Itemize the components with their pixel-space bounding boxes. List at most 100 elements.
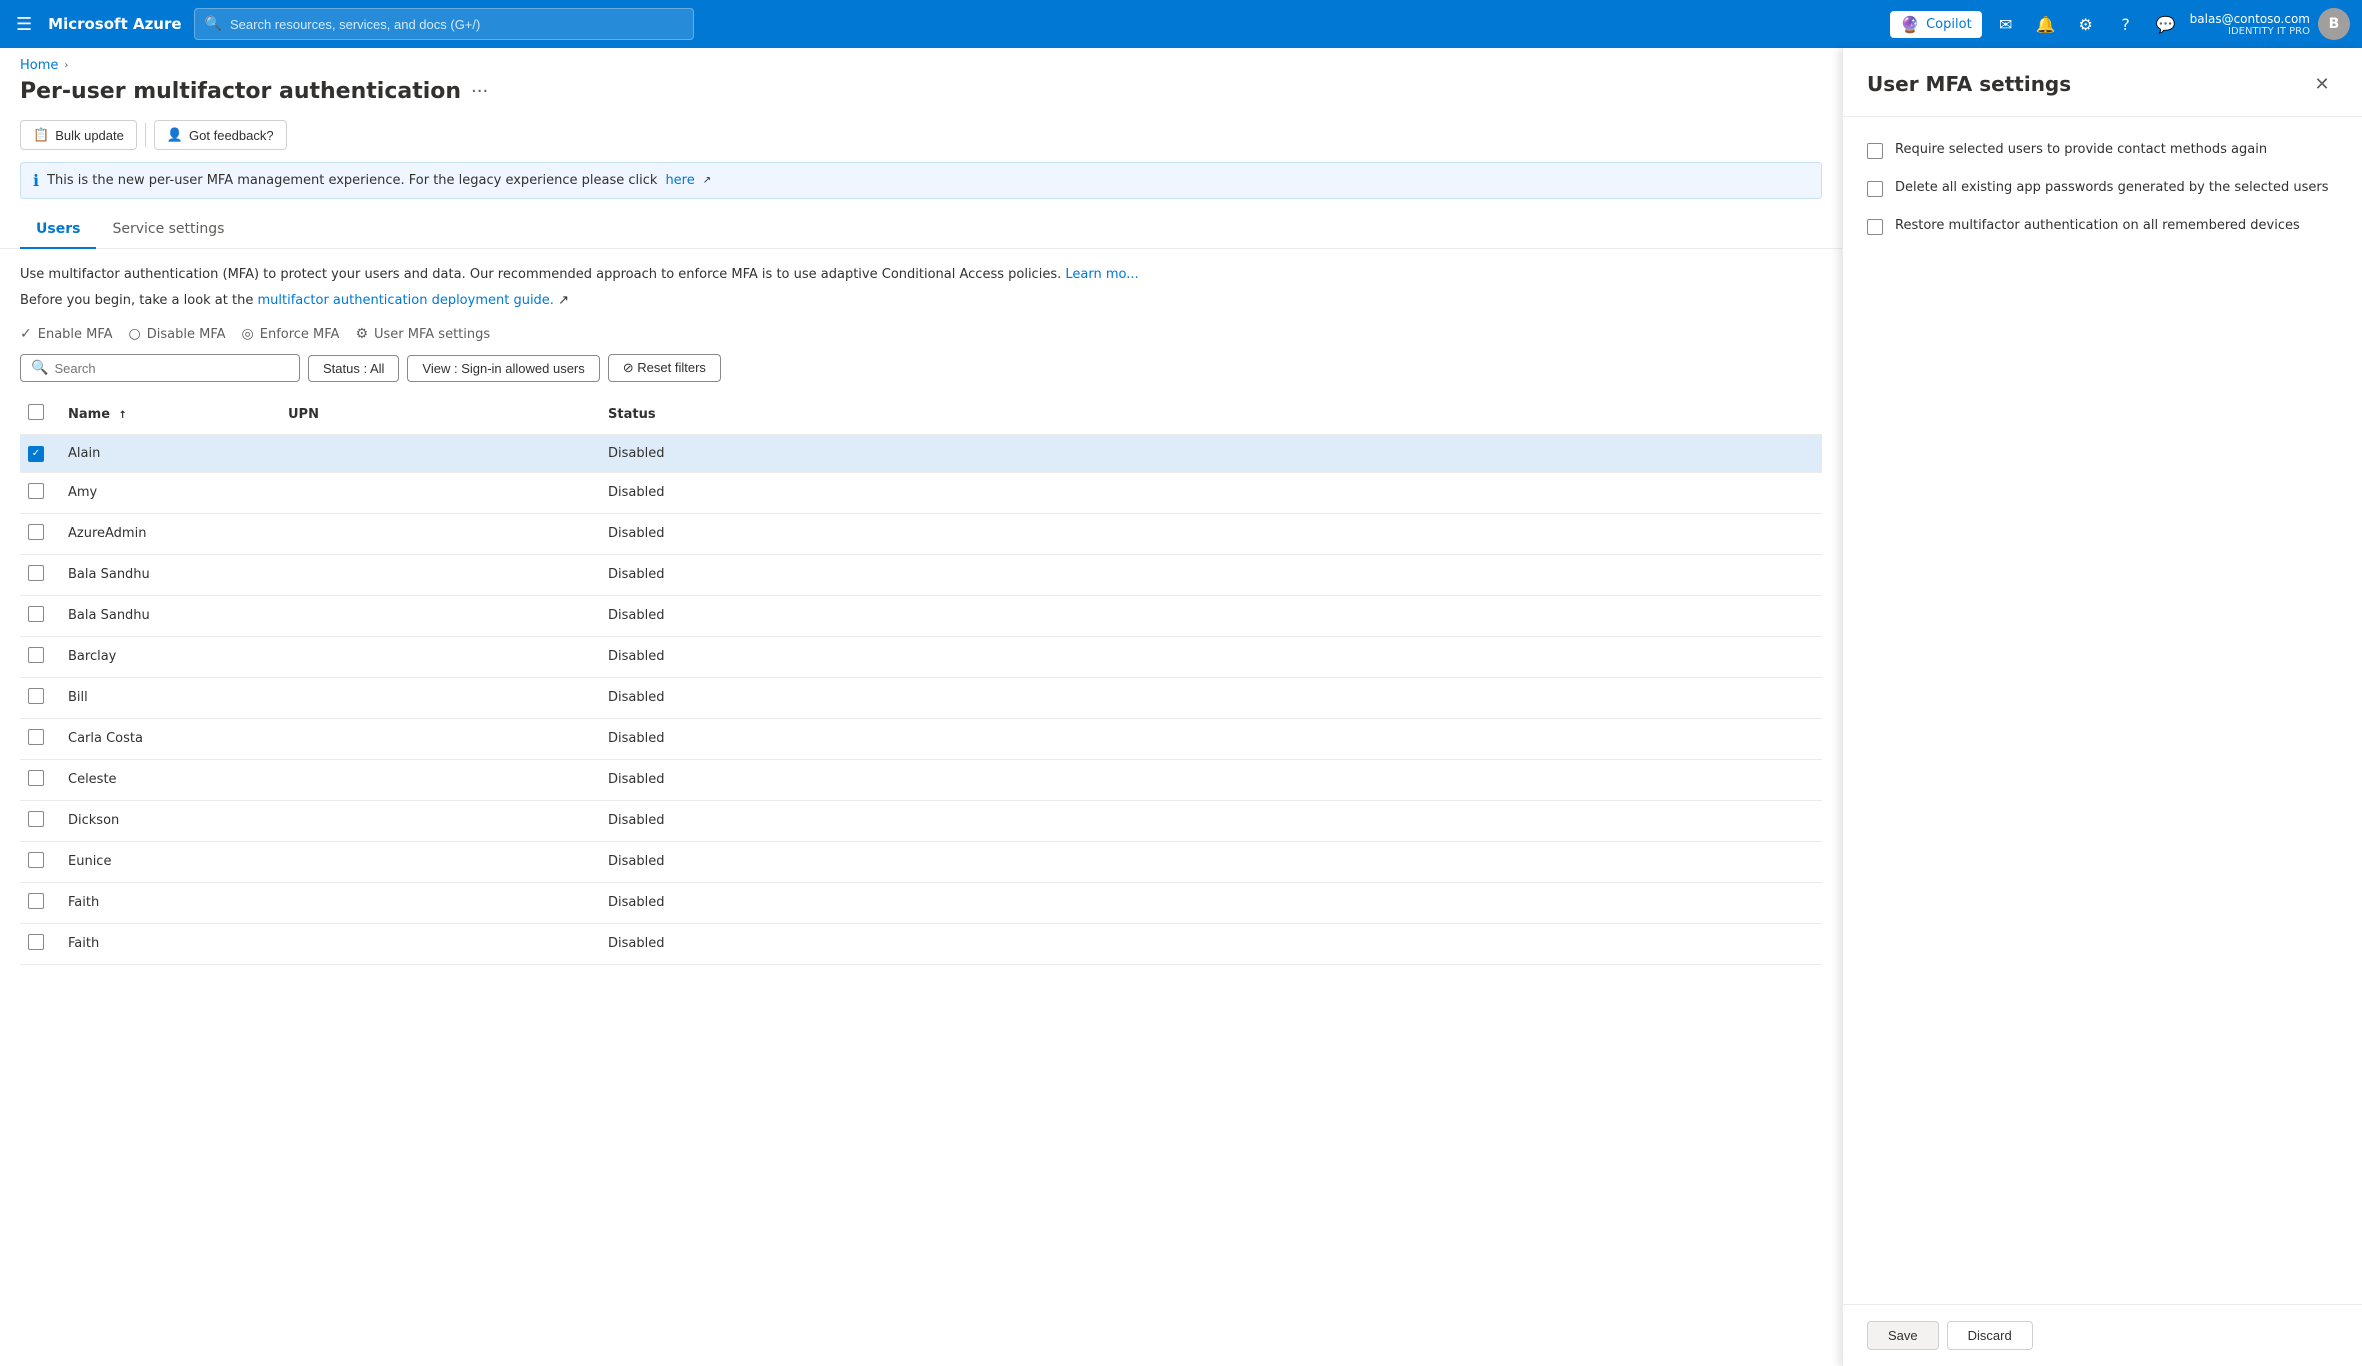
panel-option-checkbox[interactable] — [1867, 181, 1883, 197]
table-row[interactable]: EuniceDisabled — [20, 841, 1822, 882]
select-all-checkbox[interactable] — [28, 404, 44, 420]
row-checkbox[interactable] — [28, 770, 44, 786]
user-name: Eunice — [60, 841, 280, 882]
copilot-icon: 🔮 — [1900, 15, 1920, 34]
row-checkbox[interactable] — [28, 852, 44, 868]
feedback-button[interactable]: 👤 Got feedback? — [154, 120, 287, 150]
table-row[interactable]: CelesteDisabled — [20, 759, 1822, 800]
toolbar: 📋 Bulk update 👤 Got feedback? — [0, 120, 1842, 162]
breadcrumb-home[interactable]: Home — [20, 58, 58, 73]
panel-option-checkbox[interactable] — [1867, 143, 1883, 159]
notifications-icon[interactable]: 🔔 — [2030, 8, 2062, 40]
settings-icon[interactable]: ⚙ — [2070, 8, 2102, 40]
table-row[interactable]: BillDisabled — [20, 677, 1822, 718]
reset-icon: ⊘ — [623, 360, 638, 375]
status-filter-button[interactable]: Status : All — [308, 355, 399, 382]
user-info[interactable]: balas@contoso.com IDENTITY IT PRO — [2190, 12, 2310, 37]
enable-mfa-button[interactable]: ✓ Enable MFA — [20, 326, 113, 342]
tab-service-settings[interactable]: Service settings — [96, 211, 240, 249]
user-upn — [280, 841, 600, 882]
external-link-icon: ↗ — [703, 175, 711, 186]
copilot-button[interactable]: 🔮 Copilot — [1890, 11, 1981, 38]
panel-footer: Save Discard — [1843, 1304, 2362, 1366]
table-row[interactable]: Bala SandhuDisabled — [20, 554, 1822, 595]
panel-option-delete-passwords[interactable]: Delete all existing app passwords genera… — [1867, 179, 2338, 197]
table-row[interactable]: ✓AlainDisabled — [20, 435, 1822, 473]
row-checkbox[interactable] — [28, 565, 44, 581]
users-table-container: Name ↑ UPN Status ✓AlainDisabledAmyDisab… — [0, 394, 1842, 965]
table-row[interactable]: BarclayDisabled — [20, 636, 1822, 677]
copilot-label: Copilot — [1926, 17, 1972, 32]
info-banner: ℹ This is the new per-user MFA managemen… — [20, 162, 1822, 199]
user-name: Bill — [60, 677, 280, 718]
save-button[interactable]: Save — [1867, 1321, 1939, 1350]
legacy-link[interactable]: here — [665, 173, 694, 188]
table-row[interactable]: Bala SandhuDisabled — [20, 595, 1822, 636]
hamburger-menu-icon[interactable]: ☰ — [12, 10, 36, 39]
select-all-header — [20, 394, 60, 435]
status-column-header[interactable]: Status — [600, 394, 1822, 435]
table-row[interactable]: AzureAdminDisabled — [20, 513, 1822, 554]
panel-option-checkbox[interactable] — [1867, 219, 1883, 235]
global-search-box[interactable]: 🔍 — [194, 8, 694, 40]
user-upn — [280, 882, 600, 923]
user-name: Faith — [60, 923, 280, 964]
row-checkbox[interactable] — [28, 483, 44, 499]
name-sort-icon: ↑ — [119, 410, 127, 421]
user-avatar[interactable]: B — [2318, 8, 2350, 40]
row-checkbox[interactable] — [28, 811, 44, 827]
user-status: Disabled — [600, 554, 1822, 595]
panel-close-button[interactable]: ✕ — [2306, 68, 2338, 100]
table-row[interactable]: AmyDisabled — [20, 472, 1822, 513]
name-column-header[interactable]: Name ↑ — [60, 394, 280, 435]
deployment-guide-link[interactable]: multifactor authentication deployment gu… — [257, 293, 553, 308]
search-box[interactable]: 🔍 — [20, 354, 300, 382]
row-checkbox[interactable] — [28, 647, 44, 663]
email-icon[interactable]: ✉ — [1990, 8, 2022, 40]
bulk-update-button[interactable]: 📋 Bulk update — [20, 120, 137, 150]
user-name: Amy — [60, 472, 280, 513]
row-checkbox[interactable] — [28, 606, 44, 622]
row-checkbox[interactable] — [28, 893, 44, 909]
info-text: This is the new per-user MFA management … — [47, 173, 657, 188]
disable-mfa-button[interactable]: ○ Disable MFA — [129, 326, 226, 342]
search-icon: 🔍 — [31, 360, 48, 376]
feedback-icon[interactable]: 💬 — [2150, 8, 2182, 40]
user-mfa-settings-button[interactable]: ⚙ User MFA settings — [355, 326, 490, 342]
panel-option-restore-mfa[interactable]: Restore multifactor authentication on al… — [1867, 217, 2338, 235]
user-upn — [280, 554, 600, 595]
row-checkbox[interactable] — [28, 524, 44, 540]
table-row[interactable]: DicksonDisabled — [20, 800, 1822, 841]
enforce-mfa-icon: ◎ — [242, 326, 254, 342]
learn-more-link[interactable]: Learn mo... — [1065, 267, 1138, 282]
table-row[interactable]: Carla CostaDisabled — [20, 718, 1822, 759]
row-checkbox[interactable] — [28, 729, 44, 745]
main-layout: Home › Per-user multifactor authenticati… — [0, 48, 2362, 1366]
nav-search-input[interactable] — [230, 17, 683, 32]
app-title: Microsoft Azure — [48, 15, 181, 33]
desc-line1: Use multifactor authentication (MFA) to … — [20, 267, 1061, 282]
row-checkbox[interactable]: ✓ — [28, 446, 44, 462]
table-row[interactable]: FaithDisabled — [20, 923, 1822, 964]
row-checkbox[interactable] — [28, 934, 44, 950]
panel-option-require-contact[interactable]: Require selected users to provide contac… — [1867, 141, 2338, 159]
view-filter-button[interactable]: View : Sign-in allowed users — [407, 355, 599, 382]
user-role: IDENTITY IT PRO — [2228, 26, 2310, 37]
upn-column-header[interactable]: UPN — [280, 394, 600, 435]
user-name: Celeste — [60, 759, 280, 800]
enforce-mfa-button[interactable]: ◎ Enforce MFA — [242, 326, 340, 342]
feedback-icon: 👤 — [167, 127, 183, 143]
tab-users[interactable]: Users — [20, 211, 96, 249]
page-menu-button[interactable]: ··· — [471, 81, 488, 102]
user-name: Carla Costa — [60, 718, 280, 759]
table-row[interactable]: FaithDisabled — [20, 882, 1822, 923]
disable-mfa-label: Disable MFA — [147, 327, 226, 342]
desc-line2: Before you begin, take a look at the — [20, 293, 253, 308]
reset-filters-button[interactable]: ⊘ Reset filters — [608, 354, 721, 382]
discard-button[interactable]: Discard — [1947, 1321, 2033, 1350]
row-checkbox[interactable] — [28, 688, 44, 704]
user-name: Bala Sandhu — [60, 595, 280, 636]
description: Use multifactor authentication (MFA) to … — [0, 249, 1842, 318]
help-icon[interactable]: ? — [2110, 8, 2142, 40]
search-input[interactable] — [54, 361, 289, 376]
